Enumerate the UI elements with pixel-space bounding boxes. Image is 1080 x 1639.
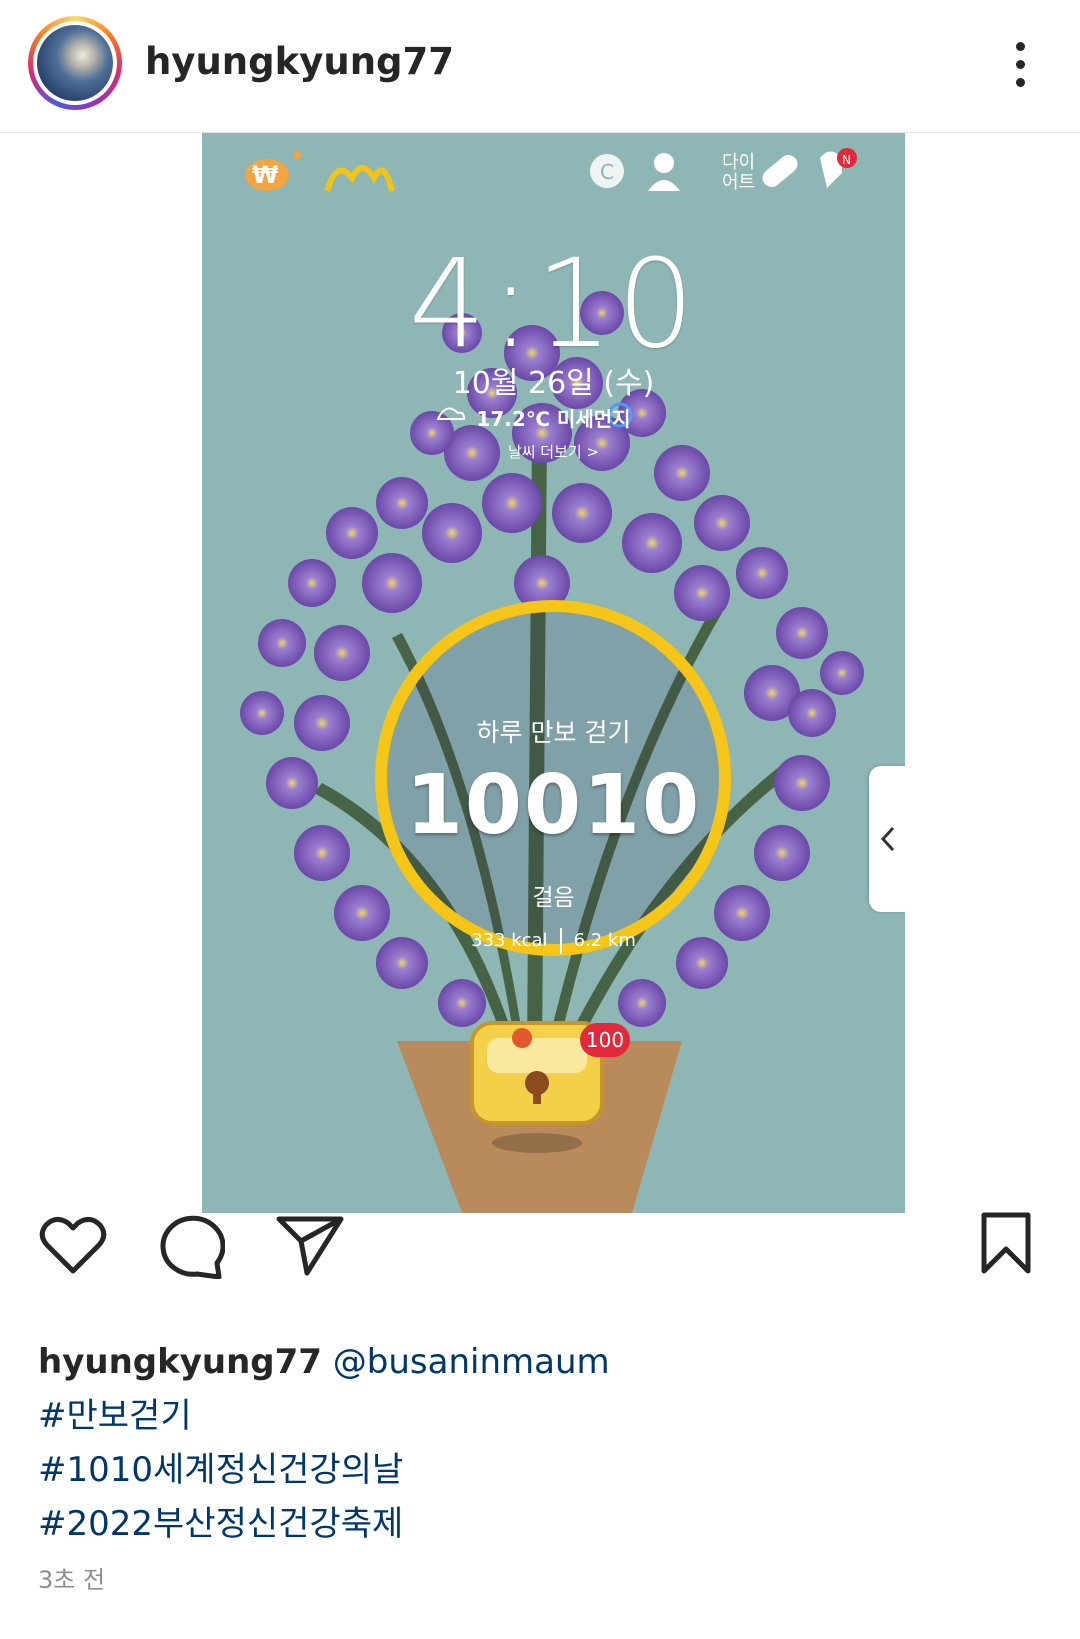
add-friend-icon [654,153,674,173]
brand-logo-icon [324,165,395,192]
hashtag[interactable]: #2022부산정신건강축제 [38,1497,1038,1551]
hashtag[interactable]: #1010세계정신건강의날 [38,1443,1038,1497]
weather-more-link[interactable]: 날씨 더보기 > [202,441,905,462]
diet-shortcut[interactable]: 다이 어트 [722,153,755,193]
lockscreen-date: 10월 26일 (수) [452,366,655,401]
avatar[interactable] [28,16,122,110]
lockscreen-weather: 17.2℃ 미세먼지 [476,407,631,431]
svg-text:₩: ₩ [252,161,279,189]
top-left-app-icons: ₩ [245,151,395,192]
caption-mention[interactable]: @busaninmaum [333,1342,610,1382]
post-caption: hyungkyung77 @busaninmaum #만보걷기 #1010세계정… [38,1335,1038,1551]
diet-label-line1: 다이 [722,152,756,173]
walk-title: 하루 만보 걷기 [476,718,631,747]
avatar-frame [33,21,117,105]
pill-icon [762,154,798,188]
comment-icon[interactable] [157,1215,225,1279]
bookmark-icon[interactable] [980,1211,1032,1275]
walk-stats: 333 kcal 6.2 km [202,928,905,954]
avatar-image [37,25,113,101]
post-photo[interactable]: ₩ C N 4:10 10월 26일 (수) 17.2℃ 미세먼지 날씨 더보기… [202,133,905,1213]
reward-count-badge: 100 [580,1023,630,1057]
step-count: 10010 [405,758,702,853]
distance: 6.2 km [573,930,636,951]
hashtag[interactable]: #만보걷기 [38,1389,1038,1443]
heart-icon[interactable] [38,1215,108,1277]
more-options-icon[interactable] [1000,40,1040,90]
lockscreen-clock: 4:10 [408,233,699,375]
svg-text:C: C [600,160,614,184]
post-header: hyungkyung77 [0,0,1080,133]
post-actions [0,1212,1080,1325]
diet-label-line2: 어트 [722,172,756,193]
post-timestamp: 3초 전 [38,1566,106,1594]
step-unit: 걸음 [532,885,575,911]
side-panel-handle[interactable] [869,766,905,912]
post-username[interactable]: hyungkyung77 [145,40,454,83]
stats-divider [559,928,562,954]
calories: 333 kcal [471,930,548,951]
caption-username[interactable]: hyungkyung77 [38,1342,322,1382]
share-icon[interactable] [275,1215,345,1277]
svg-text:N: N [842,153,851,167]
chevron-left-icon [880,826,895,852]
